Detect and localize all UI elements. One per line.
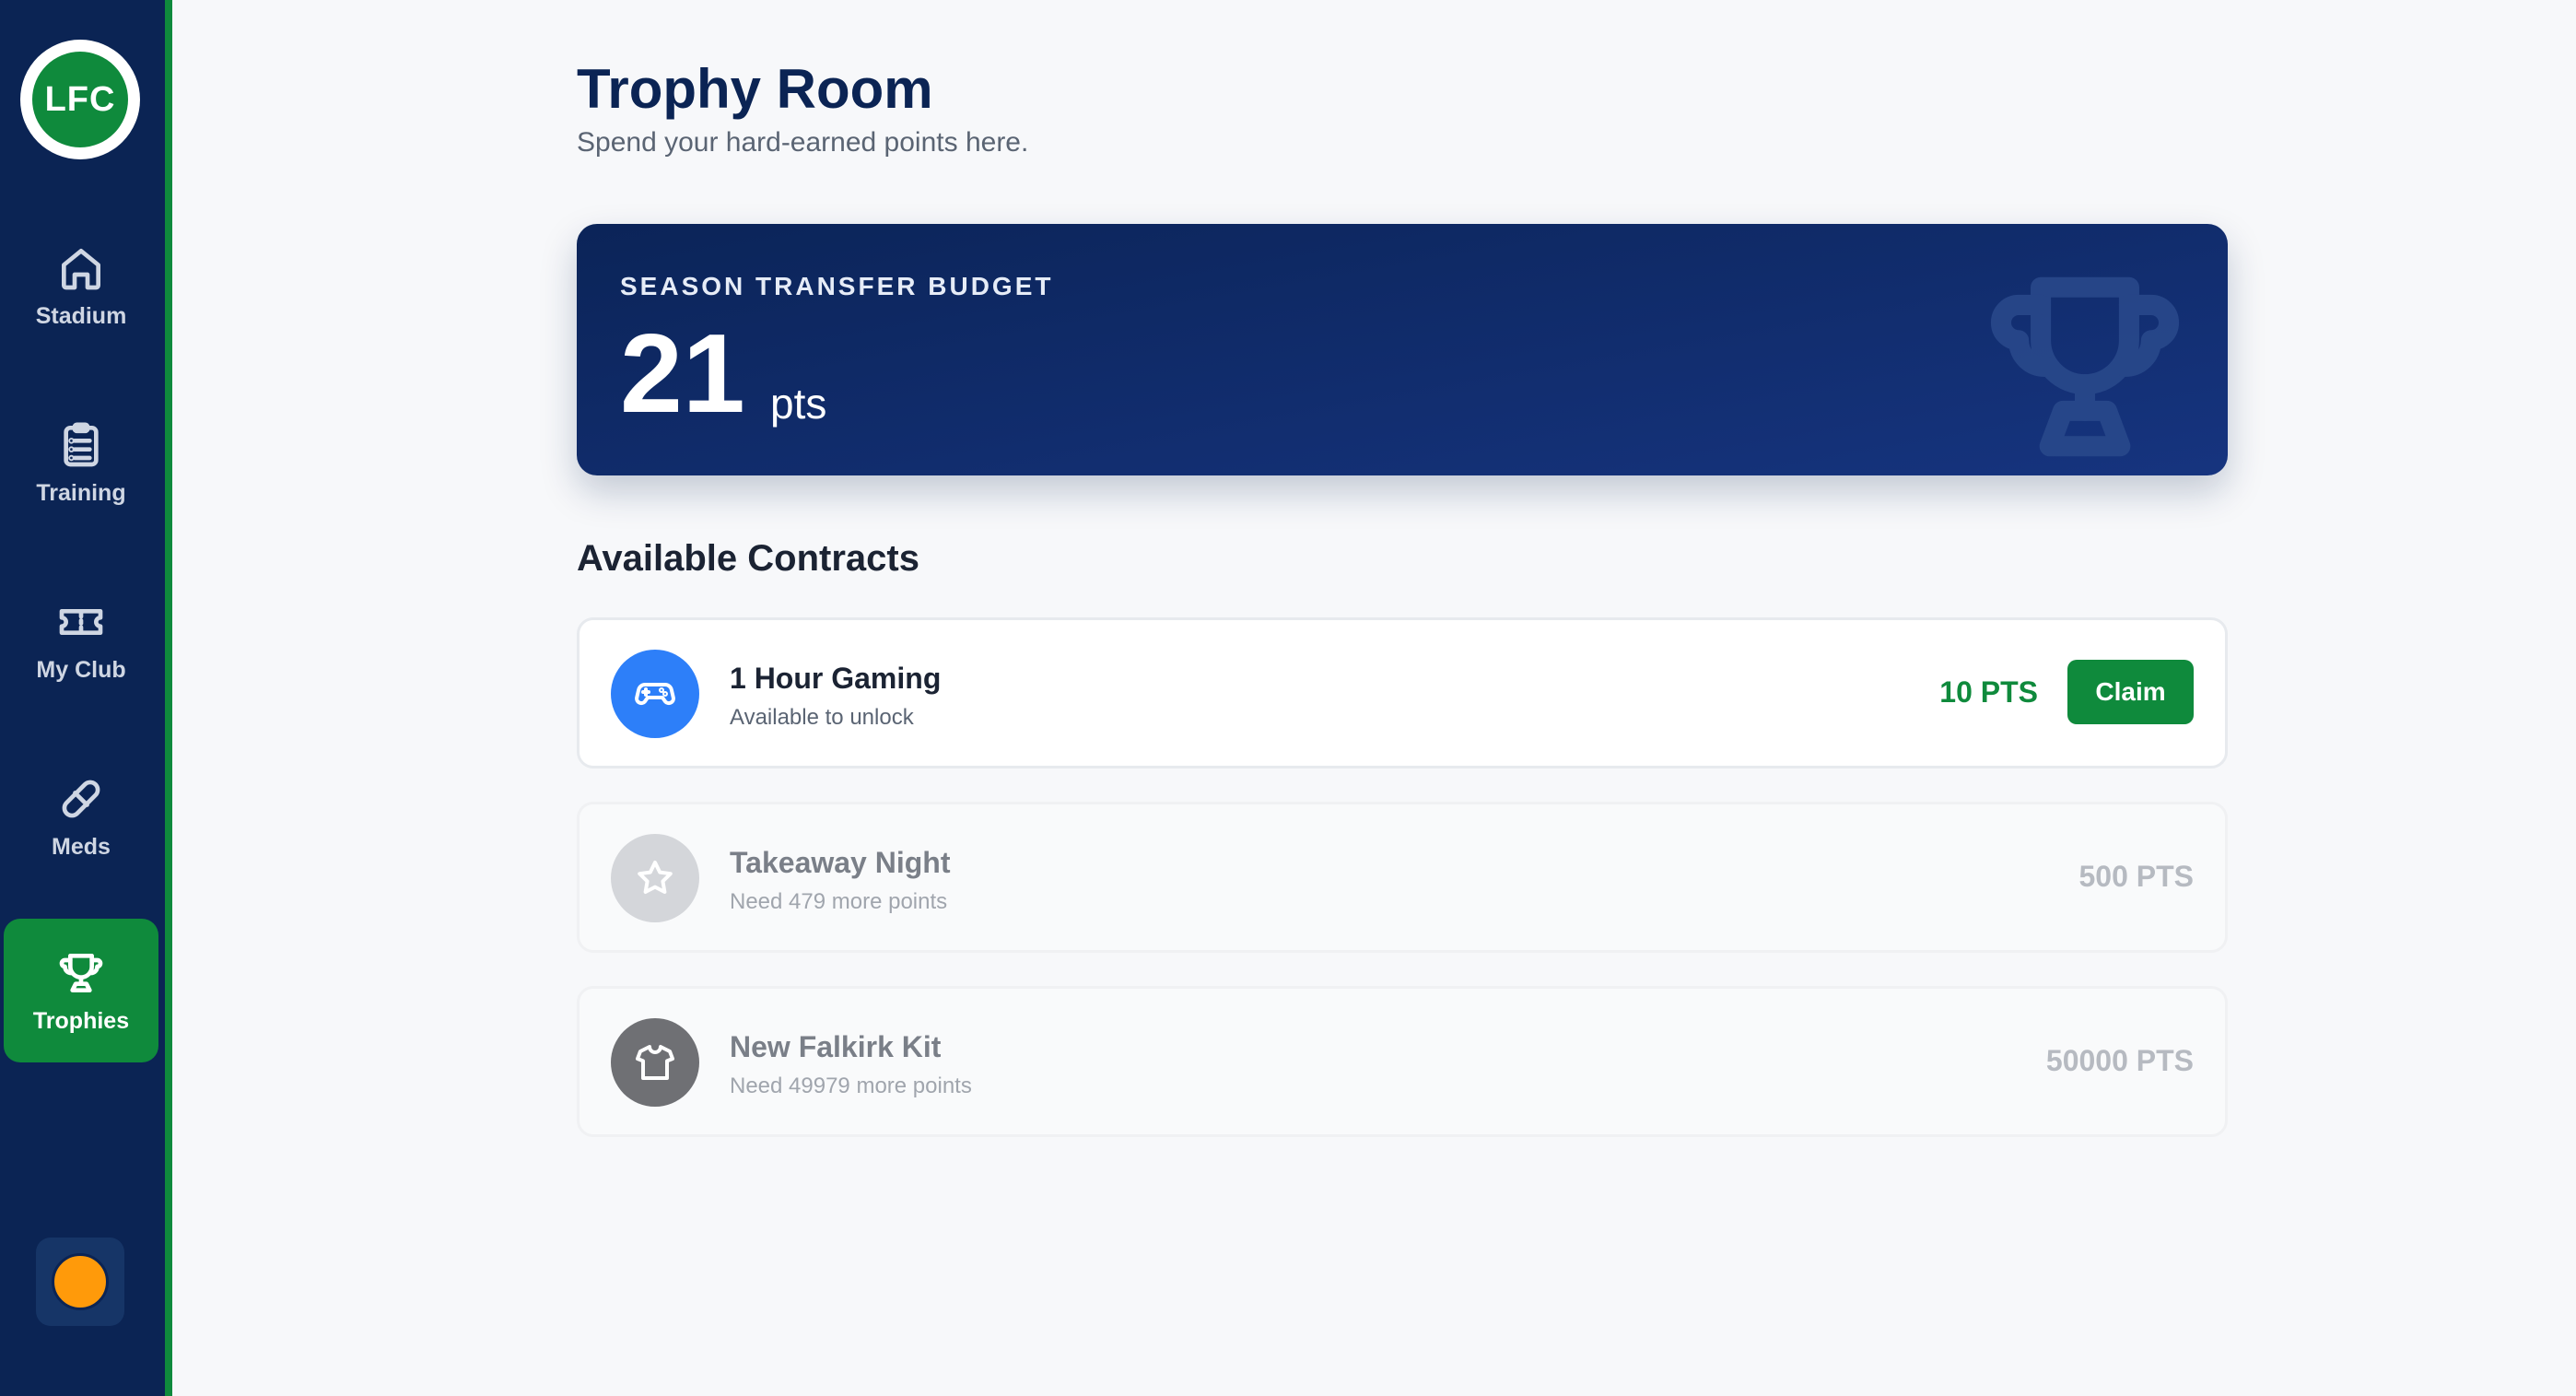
contract-price: 10 PTS [1939, 675, 2038, 709]
contract-name: 1 Hour Gaming [730, 662, 942, 695]
contract-card-takeaway: Takeaway Night Need 479 more points 500 … [577, 802, 2228, 953]
contract-price: 500 PTS [2078, 860, 2194, 893]
contract-name: New Falkirk Kit [730, 1030, 942, 1063]
sidebar-item-label: Training [36, 479, 126, 506]
contract-name: Takeaway Night [730, 846, 951, 879]
club-logo[interactable]: LFC [20, 40, 140, 159]
profile-button[interactable] [36, 1238, 124, 1326]
page-title: Trophy Room [577, 58, 933, 120]
sidebar: LFC Stadium Training My Club Meds Trophi… [0, 0, 172, 1396]
ticket-icon [59, 608, 103, 635]
contract-status: Available to unlock [730, 705, 914, 730]
contract-status: Need 49979 more points [730, 1073, 972, 1098]
contract-status: Need 479 more points [730, 889, 948, 914]
trophy-watermark-icon [1979, 261, 2191, 473]
avatar [52, 1253, 109, 1310]
contract-price: 50000 PTS [2045, 1044, 2194, 1077]
sidebar-item-trophies[interactable]: Trophies [4, 919, 158, 1062]
gamepad-icon [611, 650, 699, 738]
sidebar-item-label: Trophies [32, 1007, 130, 1034]
sidebar-item-my-club[interactable]: My Club [4, 568, 158, 711]
home-icon [62, 248, 100, 289]
sidebar-item-training[interactable]: Training [4, 391, 158, 534]
star-icon [611, 834, 699, 922]
claim-button[interactable]: Claim [2067, 660, 2194, 724]
shirt-icon [611, 1018, 699, 1107]
sidebar-item-label: My Club [36, 656, 126, 683]
clipboard-icon [64, 422, 99, 466]
section-title: Available Contracts [577, 538, 919, 579]
sidebar-item-meds[interactable]: Meds [4, 745, 158, 888]
app-root: LFC Stadium Training My Club Meds Trophi… [0, 0, 2576, 1396]
sidebar-item-stadium[interactable]: Stadium [4, 214, 158, 358]
budget-unit: pts [770, 380, 827, 428]
sidebar-item-label: Stadium [35, 302, 127, 329]
logo-text: LFC [32, 52, 128, 147]
budget-card: SEASON TRANSFER BUDGET 21 pts [577, 224, 2228, 475]
pill-icon [62, 780, 100, 817]
contract-card-gaming: 1 Hour Gaming Available to unlock 10 PTS… [577, 617, 2228, 768]
page-subtitle: Spend your hard-earned points here. [577, 127, 1029, 158]
budget-value: 21 [620, 311, 745, 436]
contract-card-kit: New Falkirk Kit Need 49979 more points 5… [577, 986, 2228, 1137]
budget-label: SEASON TRANSFER BUDGET [620, 272, 1054, 300]
trophy-icon [59, 953, 103, 992]
sidebar-item-label: Meds [52, 833, 111, 860]
